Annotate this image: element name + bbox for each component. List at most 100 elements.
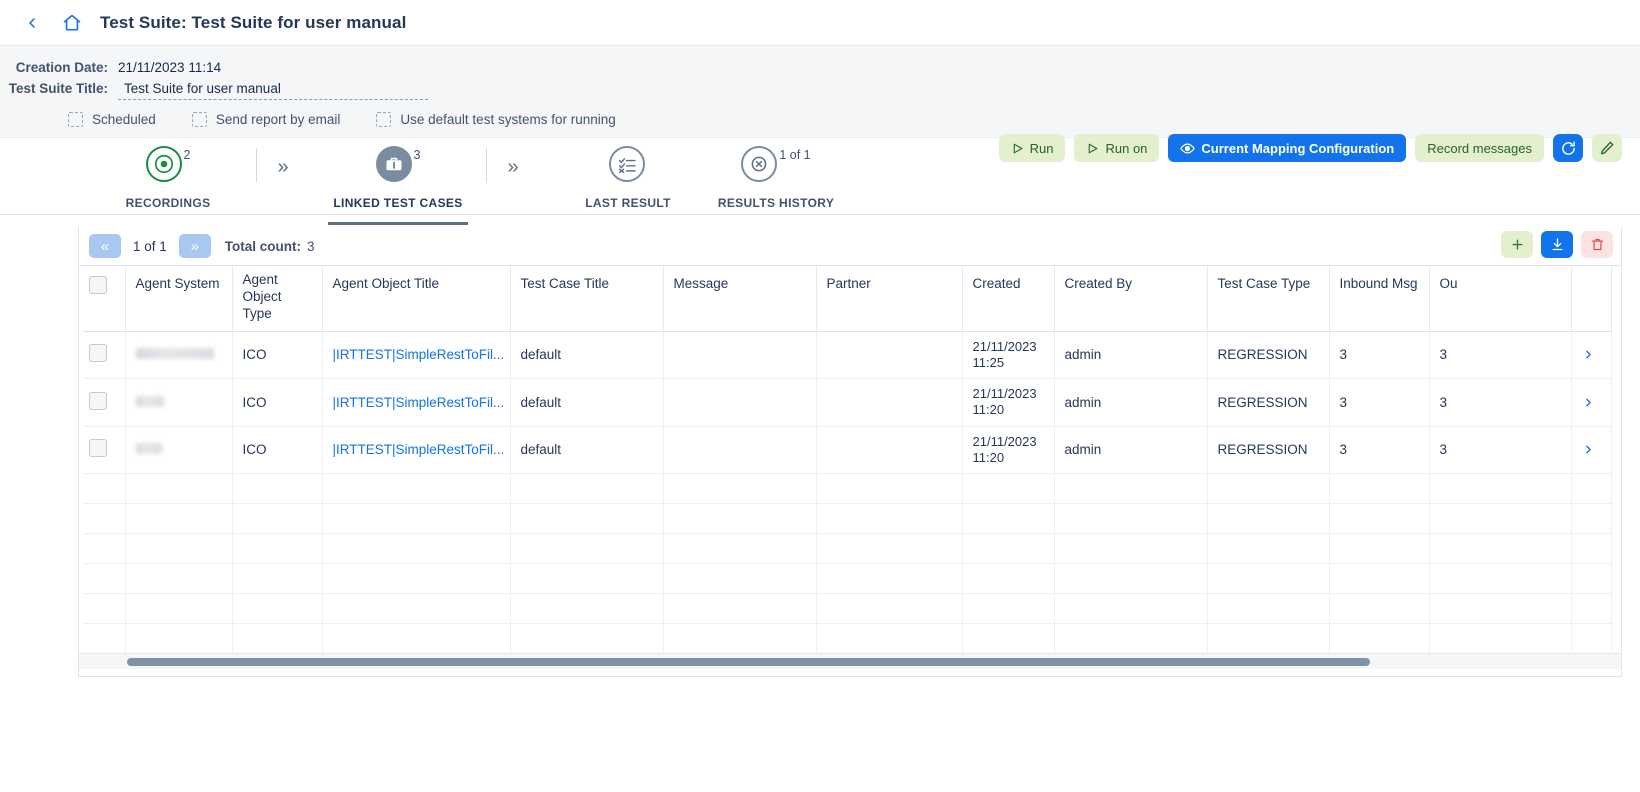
cell-outbound-msg: 3 bbox=[1429, 331, 1572, 380]
cell-partner bbox=[816, 426, 963, 475]
step-linked-test-cases[interactable]: 3 LINKED TEST CASES bbox=[310, 146, 486, 225]
empty-cell bbox=[1429, 593, 1572, 625]
header-outbound-msg[interactable]: Ou bbox=[1429, 266, 1572, 332]
record-messages-button[interactable]: Record messages bbox=[1415, 134, 1544, 162]
empty-cell bbox=[663, 473, 817, 505]
header-agent-system[interactable]: Agent System bbox=[125, 266, 233, 332]
empty-cell bbox=[322, 503, 511, 535]
empty-cell bbox=[962, 623, 1055, 655]
table-row[interactable]: ICO |IRTTEST|SimpleRestToFil... default … bbox=[79, 426, 1612, 475]
checkbox-scheduled[interactable]: Scheduled bbox=[68, 112, 156, 127]
header-agent-object-title[interactable]: Agent Object Title bbox=[322, 266, 511, 332]
empty-cell bbox=[125, 503, 233, 535]
empty-cell bbox=[1054, 623, 1208, 655]
row-checkbox[interactable] bbox=[89, 344, 107, 363]
header-partner[interactable]: Partner bbox=[816, 266, 963, 332]
empty-table-row bbox=[79, 533, 1612, 565]
total-count-value: 3 bbox=[307, 238, 315, 254]
checkbox-box-icon[interactable] bbox=[68, 112, 83, 127]
cell-agent-object-type: ICO bbox=[232, 378, 323, 427]
step-icon-wrap: 3 bbox=[375, 146, 420, 188]
edit-button[interactable] bbox=[1592, 134, 1622, 162]
header-expand bbox=[1571, 266, 1612, 332]
checkbox-send-report-by-email[interactable]: Send report by email bbox=[191, 112, 340, 127]
download-button[interactable] bbox=[1541, 231, 1573, 258]
header-test-case-type[interactable]: Test Case Type bbox=[1207, 266, 1330, 332]
cell-test-case-title: default bbox=[510, 331, 664, 380]
next-page-button[interactable]: » bbox=[178, 234, 211, 258]
redacted-value bbox=[135, 443, 162, 455]
header-agent-object-type[interactable]: Agent Object Type bbox=[232, 266, 323, 332]
checkbox-box-icon[interactable] bbox=[191, 112, 207, 127]
header-created[interactable]: Created bbox=[962, 266, 1055, 332]
empty-cell bbox=[962, 563, 1055, 595]
checklist-icon bbox=[609, 146, 645, 182]
back-chevron-icon[interactable] bbox=[18, 9, 46, 37]
row-checkbox[interactable] bbox=[89, 439, 107, 458]
empty-cell bbox=[79, 503, 126, 535]
checkbox-box-icon[interactable] bbox=[376, 112, 392, 127]
horizontal-scrollbar[interactable] bbox=[79, 653, 1621, 669]
empty-cell bbox=[322, 623, 511, 655]
run-on-button[interactable]: Run on bbox=[1074, 134, 1160, 162]
linked-test-cases-panel: « 1 of 1 » Total count: 3 Agent System A… bbox=[78, 227, 1622, 677]
header-test-case-title[interactable]: Test Case Title bbox=[510, 266, 664, 332]
row-expand-button[interactable] bbox=[1571, 378, 1612, 427]
test-suite-title-input[interactable] bbox=[118, 79, 428, 100]
step-results-history[interactable]: 1 of 1 RESULTS HISTORY bbox=[688, 146, 864, 216]
empty-cell bbox=[1054, 593, 1208, 625]
creation-date-label: Creation Date: bbox=[15, 60, 108, 75]
current-mapping-configuration-button[interactable]: Current Mapping Configuration bbox=[1168, 134, 1407, 162]
agent-object-title-link[interactable]: |IRTTEST|SimpleRestToFil... bbox=[333, 395, 505, 410]
row-expand-button[interactable] bbox=[1571, 331, 1612, 380]
empty-cell bbox=[232, 503, 323, 535]
header-created-by[interactable]: Created By bbox=[1054, 266, 1208, 332]
redacted-value bbox=[135, 348, 214, 360]
cell-agent-object-type: ICO bbox=[232, 331, 323, 380]
empty-cell bbox=[816, 623, 963, 655]
agent-object-title-link[interactable]: |IRTTEST|SimpleRestToFil... bbox=[333, 442, 505, 457]
empty-cell bbox=[510, 563, 664, 595]
agent-object-title-link[interactable]: |IRTTEST|SimpleRestToFil... bbox=[333, 347, 505, 362]
row-expand-button[interactable] bbox=[1571, 426, 1612, 475]
delete-button[interactable] bbox=[1581, 231, 1613, 258]
select-all-checkbox[interactable] bbox=[89, 276, 107, 294]
cell-agent-object-title: |IRTTEST|SimpleRestToFil... bbox=[322, 378, 511, 427]
cell-message bbox=[663, 426, 817, 475]
run-button[interactable]: Run bbox=[998, 134, 1066, 162]
empty-cell bbox=[663, 503, 817, 535]
row-checkbox[interactable] bbox=[89, 391, 107, 410]
empty-cell bbox=[1329, 533, 1430, 565]
table-row[interactable]: ICO |IRTTEST|SimpleRestToFil... default … bbox=[79, 331, 1612, 380]
empty-cell bbox=[962, 533, 1055, 565]
table-toolbar: « 1 of 1 » Total count: 3 bbox=[79, 227, 1621, 265]
empty-cell bbox=[322, 593, 511, 625]
cell-message bbox=[663, 331, 817, 380]
empty-table-row bbox=[79, 623, 1612, 655]
refresh-button[interactable] bbox=[1553, 134, 1583, 162]
step-badge: 2 bbox=[183, 148, 191, 162]
eye-icon bbox=[1180, 141, 1196, 156]
empty-cell bbox=[816, 503, 963, 535]
page-title: Test Suite: Test Suite for user manual bbox=[100, 12, 407, 32]
empty-cell bbox=[232, 533, 323, 565]
empty-cell bbox=[1207, 533, 1330, 565]
scrollbar-thumb[interactable] bbox=[127, 658, 1370, 666]
empty-cell bbox=[1329, 473, 1430, 505]
header-inbound-msg[interactable]: Inbound Msg bbox=[1329, 266, 1430, 332]
header-message[interactable]: Message bbox=[663, 266, 817, 332]
table-row[interactable]: ICO |IRTTEST|SimpleRestToFil... default … bbox=[79, 378, 1612, 427]
home-icon[interactable] bbox=[60, 11, 84, 35]
cell-partner bbox=[816, 378, 963, 427]
table-actions bbox=[1501, 231, 1613, 258]
empty-cell bbox=[232, 623, 323, 655]
add-row-button[interactable] bbox=[1501, 231, 1533, 258]
step-recordings[interactable]: 2 RECORDINGS bbox=[80, 146, 256, 216]
empty-table-row bbox=[79, 593, 1612, 625]
step-separator: » bbox=[486, 146, 540, 188]
cell-inbound-msg: 3 bbox=[1329, 426, 1430, 475]
empty-cell bbox=[1329, 623, 1430, 655]
checkbox-use-default-test-systems[interactable]: Use default test systems for running bbox=[376, 112, 616, 127]
divider bbox=[486, 148, 487, 182]
first-page-button[interactable]: « bbox=[89, 234, 121, 258]
